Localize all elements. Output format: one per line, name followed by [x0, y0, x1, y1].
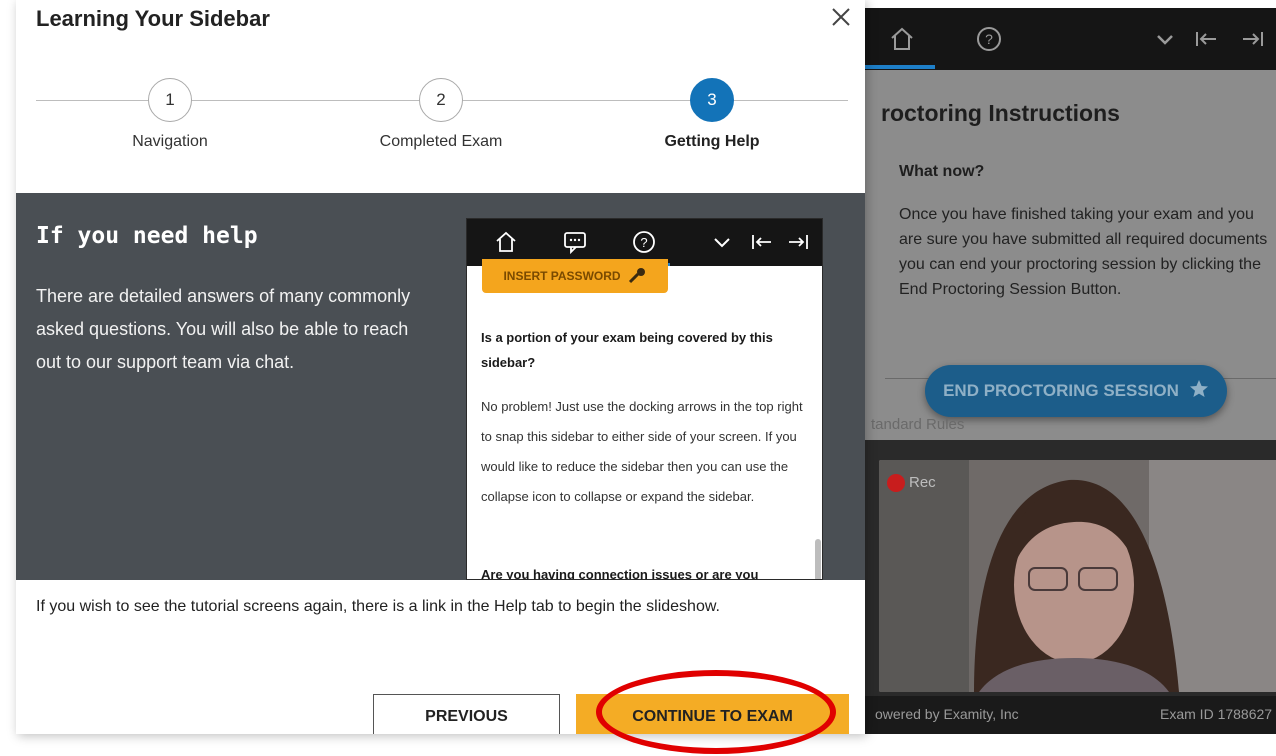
standard-rules-link[interactable]: tandard Rules — [871, 416, 964, 433]
insert-password-label: INSERT PASSWORD — [503, 269, 621, 283]
sidebar-preview-image: ? INSERT PASSWORD Is a portion of your e… — [466, 218, 823, 580]
exam-id-text: Exam ID 1788627 — [1160, 706, 1273, 722]
step-1-label: Navigation — [132, 133, 208, 150]
home-icon[interactable] — [885, 22, 919, 56]
step-1-circle[interactable]: 1 — [148, 78, 192, 122]
dock-right-icon — [783, 227, 813, 257]
webcam-preview: Rec — [879, 460, 1276, 692]
webcam-image — [879, 460, 1276, 692]
step-2-label: Completed Exam — [379, 133, 503, 150]
faq-question: Are you having connection issues or are … — [481, 567, 759, 580]
chevron-down-icon — [707, 227, 737, 257]
home-icon — [491, 227, 521, 257]
record-indicator-icon — [887, 474, 905, 492]
tutorial-modal: Learning Your Sidebar 1 Navigation 2 Com… — [16, 0, 865, 734]
powered-by-text: owered by Examity, Inc — [875, 706, 1019, 722]
step-3-circle[interactable]: 3 — [690, 78, 734, 122]
help-panel: If you need help There are detailed answ… — [16, 193, 865, 580]
record-label: Rec — [909, 474, 936, 491]
dock-left-icon — [747, 227, 777, 257]
close-icon[interactable] — [828, 4, 854, 30]
sidebar-body: roctoring Instructions What now? Once yo… — [865, 70, 1276, 440]
sidebar-topbar: ? — [865, 8, 1276, 70]
screen: ? roctoring Instructions What now? Once … — [0, 0, 1276, 756]
chat-icon — [560, 227, 590, 257]
step-2-circle[interactable]: 2 — [419, 78, 463, 122]
what-now-heading: What now? — [899, 163, 985, 180]
help-description: There are detailed answers of many commo… — [36, 286, 411, 372]
dock-right-icon[interactable] — [1235, 22, 1269, 56]
faq-answer: No problem! Just use the docking arrows … — [481, 399, 803, 504]
sidebar-footer: owered by Examity, Inc Exam ID 1788627 — [865, 696, 1276, 734]
modal-title: Learning Your Sidebar — [36, 6, 270, 31]
star-icon — [1189, 379, 1209, 404]
svg-text:?: ? — [640, 235, 647, 250]
help-heading: If you need help — [36, 223, 258, 249]
tutorial-note: If you wish to see the tutorial screens … — [36, 598, 720, 615]
svg-text:?: ? — [985, 31, 993, 47]
sidebar-instructions: Once you have finished taking your exam … — [899, 206, 1268, 298]
previous-button[interactable]: PREVIOUS — [373, 694, 560, 734]
proctoring-sidebar: ? roctoring Instructions What now? Once … — [865, 8, 1276, 734]
help-icon: ? — [629, 227, 659, 257]
dock-left-icon[interactable] — [1190, 22, 1224, 56]
continue-to-exam-button[interactable]: CONTINUE TO EXAM — [576, 694, 849, 734]
key-icon — [627, 266, 647, 287]
chevron-down-icon[interactable] — [1148, 22, 1182, 56]
sidebar-title: roctoring Instructions — [881, 100, 1120, 126]
step-3-label: Getting Help — [664, 133, 760, 150]
active-tab-indicator — [865, 65, 935, 69]
insert-password-button: INSERT PASSWORD — [482, 259, 668, 293]
end-proctoring-label: END PROCTORING SESSION — [943, 381, 1179, 400]
faq-question: Is a portion of your exam being covered … — [481, 330, 773, 370]
preview-scrollbar — [815, 539, 821, 579]
help-icon[interactable]: ? — [972, 22, 1006, 56]
end-proctoring-button[interactable]: END PROCTORING SESSION — [925, 365, 1227, 417]
